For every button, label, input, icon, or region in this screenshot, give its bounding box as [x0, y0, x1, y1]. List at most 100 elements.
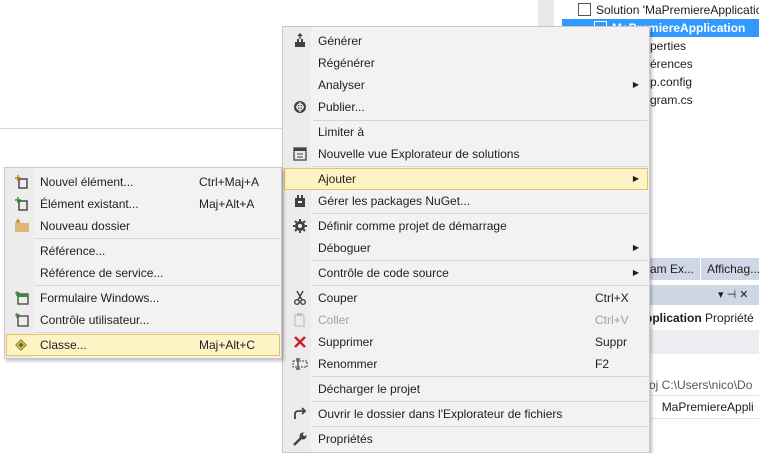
folder-icon [14, 218, 30, 234]
menu-item-label: Générer [318, 34, 363, 48]
nuget-icon [292, 193, 308, 209]
delete-icon [292, 334, 308, 350]
tree-item-label: érences [650, 57, 693, 71]
properties-object-name: pplication [645, 311, 702, 325]
properties-toolbar [640, 330, 759, 354]
menu-item-scope-to-this[interactable]: Limiter à [285, 121, 647, 143]
menu-item-label: Coller [318, 313, 350, 327]
tab-class-view[interactable]: Affichag... [700, 258, 759, 280]
menu-item-label: Publier... [318, 100, 365, 114]
tree-item-app-config[interactable]: p.config [650, 73, 692, 91]
submenu-item-class[interactable]: Classe... Maj+Alt+C [6, 334, 280, 356]
user-control-icon [14, 312, 30, 328]
solution-label: Solution 'MaPremiereApplicatio [596, 3, 759, 17]
menu-item-label: Classe... [40, 338, 87, 352]
menu-item-unload-project[interactable]: Décharger le projet [285, 378, 647, 400]
menu-item-debug[interactable]: Déboguer ▶ [285, 237, 647, 259]
windows-form-icon [14, 290, 30, 306]
menu-item-shortcut: Suppr [595, 335, 628, 349]
submenu-item-new-folder[interactable]: Nouveau dossier [7, 215, 279, 237]
new-view-icon [292, 146, 308, 162]
menu-item-paste[interactable]: Coller Ctrl+V [285, 309, 647, 331]
menu-item-label: Ouvrir le dossier dans l'Explorateur de … [318, 407, 563, 421]
menu-item-label: Régénérer [318, 56, 375, 70]
scissors-icon [292, 290, 308, 306]
tree-item-program-cs[interactable]: gram.cs [650, 91, 693, 109]
properties-object-type: Propriété [705, 311, 754, 325]
menu-item-manage-nuget[interactable]: Gérer les packages NuGet... [285, 190, 647, 212]
menu-item-properties[interactable]: Propriétés [285, 428, 647, 450]
tree-item-label: p.config [650, 75, 693, 89]
project-context-menu: Générer Régénérer Analyser ▶ Publier... … [282, 26, 650, 453]
menu-item-rename[interactable]: Renommer F2 [285, 353, 647, 375]
menu-item-shortcut: Maj+Alt+A [199, 197, 255, 211]
submenu-item-reference[interactable]: Référence... [7, 240, 279, 262]
grid-separator [640, 395, 759, 396]
menu-item-label: Nouveau dossier [40, 219, 131, 233]
tree-item-label: gram.cs [650, 93, 693, 107]
menu-item-add[interactable]: Ajouter ▶ [284, 168, 648, 190]
solution-icon [578, 3, 591, 16]
tree-item-label: perties [650, 39, 687, 53]
submenu-item-existing-item[interactable]: Élément existant... Maj+Alt+A [7, 193, 279, 215]
submenu-arrow-icon: ▶ [632, 243, 639, 252]
menu-item-label: Nouvel élément... [40, 175, 134, 189]
menu-item-label: Définir comme projet de démarrage [318, 219, 507, 233]
new-item-icon [14, 174, 30, 190]
tab-team-explorer[interactable]: am Ex... [644, 258, 700, 280]
tree-item-properties[interactable]: perties [650, 37, 686, 55]
menu-item-set-startup[interactable]: Définir comme projet de démarrage [285, 215, 647, 237]
menu-item-label: Gérer les packages NuGet... [318, 194, 471, 208]
submenu-item-new-item[interactable]: Nouvel élément... Ctrl+Maj+A [7, 171, 279, 193]
submenu-arrow-icon: ▶ [632, 80, 639, 89]
menu-item-analyze[interactable]: Analyser ▶ [285, 74, 647, 96]
rename-icon [292, 356, 308, 372]
submenu-item-user-control[interactable]: Contrôle utilisateur... [7, 309, 279, 331]
menu-item-shortcut: Maj+Alt+C [199, 338, 256, 352]
menu-item-label: Déboguer [318, 241, 371, 255]
menu-separator [35, 332, 279, 333]
menu-item-cut[interactable]: Couper Ctrl+X [285, 287, 647, 309]
menu-item-label: Élément existant... [40, 197, 139, 211]
window-controls[interactable]: ▾ ⊣ ✕ [718, 285, 748, 305]
property-value: MaPremiereAppli [661, 400, 754, 414]
property-row-name: t MaPremiereAppli [645, 397, 754, 417]
menu-separator [313, 260, 647, 261]
menu-item-new-solution-explorer-view[interactable]: Nouvelle vue Explorateur de solutions [285, 143, 647, 165]
build-icon [292, 33, 308, 49]
publish-icon [292, 99, 308, 115]
existing-item-icon [14, 196, 30, 212]
menu-item-label: Décharger le projet [318, 382, 421, 396]
menu-item-label: Référence... [40, 244, 106, 258]
menu-item-source-control[interactable]: Contrôle de code source ▶ [285, 262, 647, 284]
menu-item-open-in-explorer[interactable]: Ouvrir le dossier dans l'Explorateur de … [285, 403, 647, 425]
menu-item-label: Couper [318, 291, 358, 305]
submenu-item-service-reference[interactable]: Référence de service... [7, 262, 279, 284]
menu-item-label: Limiter à [318, 125, 365, 139]
menu-separator [313, 213, 647, 214]
menu-item-label: Propriétés [318, 432, 373, 446]
menu-separator [313, 285, 647, 286]
menu-item-label: Analyser [318, 78, 365, 92]
menu-item-label: Contrôle de code source [318, 266, 449, 280]
class-icon [13, 337, 29, 353]
tree-item-references[interactable]: érences [650, 55, 693, 73]
properties-title: pplication Propriété [645, 309, 754, 327]
menu-separator [35, 238, 279, 239]
menu-item-shortcut: F2 [595, 357, 610, 371]
menu-item-shortcut: Ctrl+X [595, 291, 629, 305]
menu-item-build[interactable]: Générer [285, 30, 647, 52]
paste-icon [292, 312, 308, 328]
menu-item-publish[interactable]: Publier... [285, 96, 647, 118]
menu-item-delete[interactable]: Supprimer Suppr [285, 331, 647, 353]
property-row-folder: roj C:\Users\nico\Do [645, 378, 753, 392]
submenu-item-windows-form[interactable]: Formulaire Windows... [7, 287, 279, 309]
menu-separator [313, 401, 647, 402]
menu-item-label: Référence de service... [40, 266, 164, 280]
solution-node[interactable]: Solution 'MaPremiereApplicatio [578, 1, 759, 19]
menu-item-label: Ajouter [318, 172, 357, 186]
menu-item-label: Contrôle utilisateur... [40, 313, 150, 327]
wrench-icon [292, 431, 308, 447]
menu-item-rebuild[interactable]: Régénérer [285, 52, 647, 74]
add-submenu: Nouvel élément... Ctrl+Maj+A Élément exi… [4, 167, 282, 359]
